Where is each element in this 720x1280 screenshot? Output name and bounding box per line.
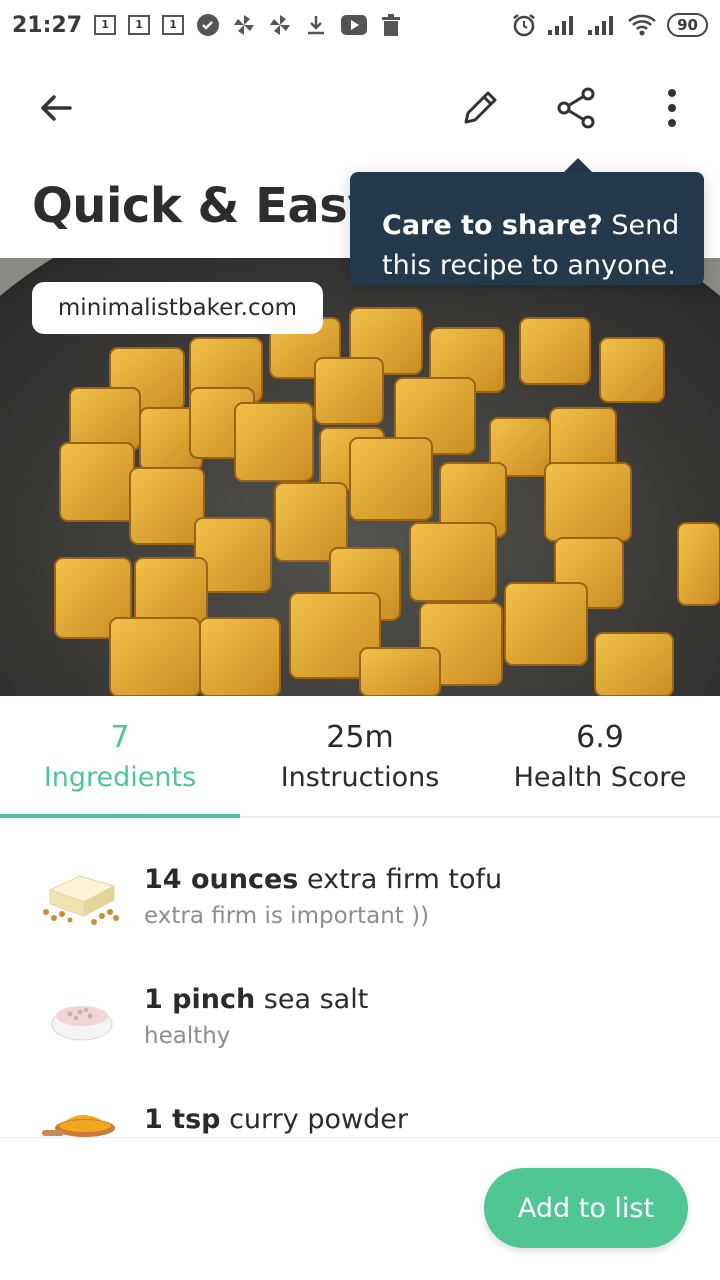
ingredient-text: 1 pinch sea salt [144, 980, 368, 1020]
tooltip-line-1-rest: Send [602, 210, 680, 241]
signal-icon [588, 16, 614, 35]
youtube-icon [341, 15, 368, 35]
more-vert-icon [668, 89, 676, 127]
tab-value: 6.9 [576, 720, 624, 755]
salt-image [51, 1006, 113, 1041]
calendar-icon: 1 [128, 15, 151, 35]
ingredient-list: 14 ounces extra firm tofu extra firm is … [0, 820, 720, 1138]
alarm-icon [513, 14, 535, 37]
tooltip-line-1: Care to share? Send [382, 206, 704, 246]
status-bar: 21:27 1 1 1 90 [0, 0, 720, 50]
check-circle-icon [197, 14, 220, 36]
pencil-icon [464, 91, 497, 124]
app-bar [0, 60, 720, 156]
calendar-icon: 1 [94, 15, 117, 35]
tab-label: Health Score [513, 762, 687, 793]
tooltip-bold: Care to share? [382, 210, 603, 241]
ingredient-name: extra firm tofu [298, 864, 503, 895]
recipe-title: Quick & Easy [32, 178, 379, 234]
back-button[interactable] [26, 78, 86, 138]
more-options-button[interactable] [642, 78, 702, 138]
ingredient-amount: 14 ounces [144, 864, 299, 895]
tab-label: Ingredients [43, 762, 197, 793]
ingredient-item[interactable]: 14 ounces extra firm tofu extra firm is … [0, 860, 720, 980]
tooltip-line-2: this recipe to anyone. [382, 250, 676, 281]
ingredient-name: curry powder [220, 1104, 408, 1135]
add-to-list-button[interactable]: Add to list [484, 1168, 688, 1248]
share-button[interactable] [546, 78, 606, 138]
tab-ingredients[interactable]: 7 Ingredients [0, 696, 240, 818]
ingredient-name: sea salt [255, 984, 369, 1015]
tab-health-score[interactable]: 6.9 Health Score [480, 696, 720, 816]
curry-powder-image [42, 1115, 115, 1137]
status-icons-right: 90 [511, 12, 708, 38]
ingredient-note: healthy [144, 1023, 231, 1049]
recipe-tabs: 7 Ingredients 25m Instructions 6.9 Healt… [0, 696, 720, 818]
ingredient-text: 1 tsp curry powder [144, 1100, 408, 1138]
trash-icon [382, 14, 401, 36]
ingredient-note: extra firm is important )) [144, 903, 430, 929]
tab-value: 25m [326, 720, 394, 755]
ingredient-text: 14 ounces extra firm tofu [144, 860, 502, 900]
source-chip[interactable]: minimalistbaker.com [32, 282, 323, 334]
share-tooltip[interactable]: Care to share? Send this recipe to anyon… [350, 172, 704, 285]
tab-instructions[interactable]: 25m Instructions [240, 696, 480, 816]
back-arrow-icon [41, 95, 72, 121]
edit-button[interactable] [450, 78, 510, 138]
calendar-icon: 1 [162, 15, 185, 35]
ingredient-item[interactable]: 1 tsp curry powder [0, 1100, 720, 1138]
status-icons-left: 1 1 1 [94, 13, 402, 37]
battery-icon: 90 [667, 13, 708, 37]
share-icon [557, 87, 595, 129]
ingredient-amount: 1 pinch [144, 984, 256, 1015]
ingredient-item[interactable]: 1 pinch sea salt healthy [0, 980, 720, 1100]
download-icon [308, 16, 325, 35]
tofu-image [43, 875, 119, 925]
wifi-icon [628, 14, 656, 36]
tab-value: 7 [110, 720, 130, 755]
tab-label: Instructions [280, 762, 440, 793]
pinwheel-icon [270, 15, 291, 35]
ingredient-amount: 1 tsp [144, 1104, 221, 1135]
pinwheel-icon [234, 15, 255, 35]
signal-icon [548, 16, 574, 35]
status-time: 21:27 [12, 12, 83, 38]
